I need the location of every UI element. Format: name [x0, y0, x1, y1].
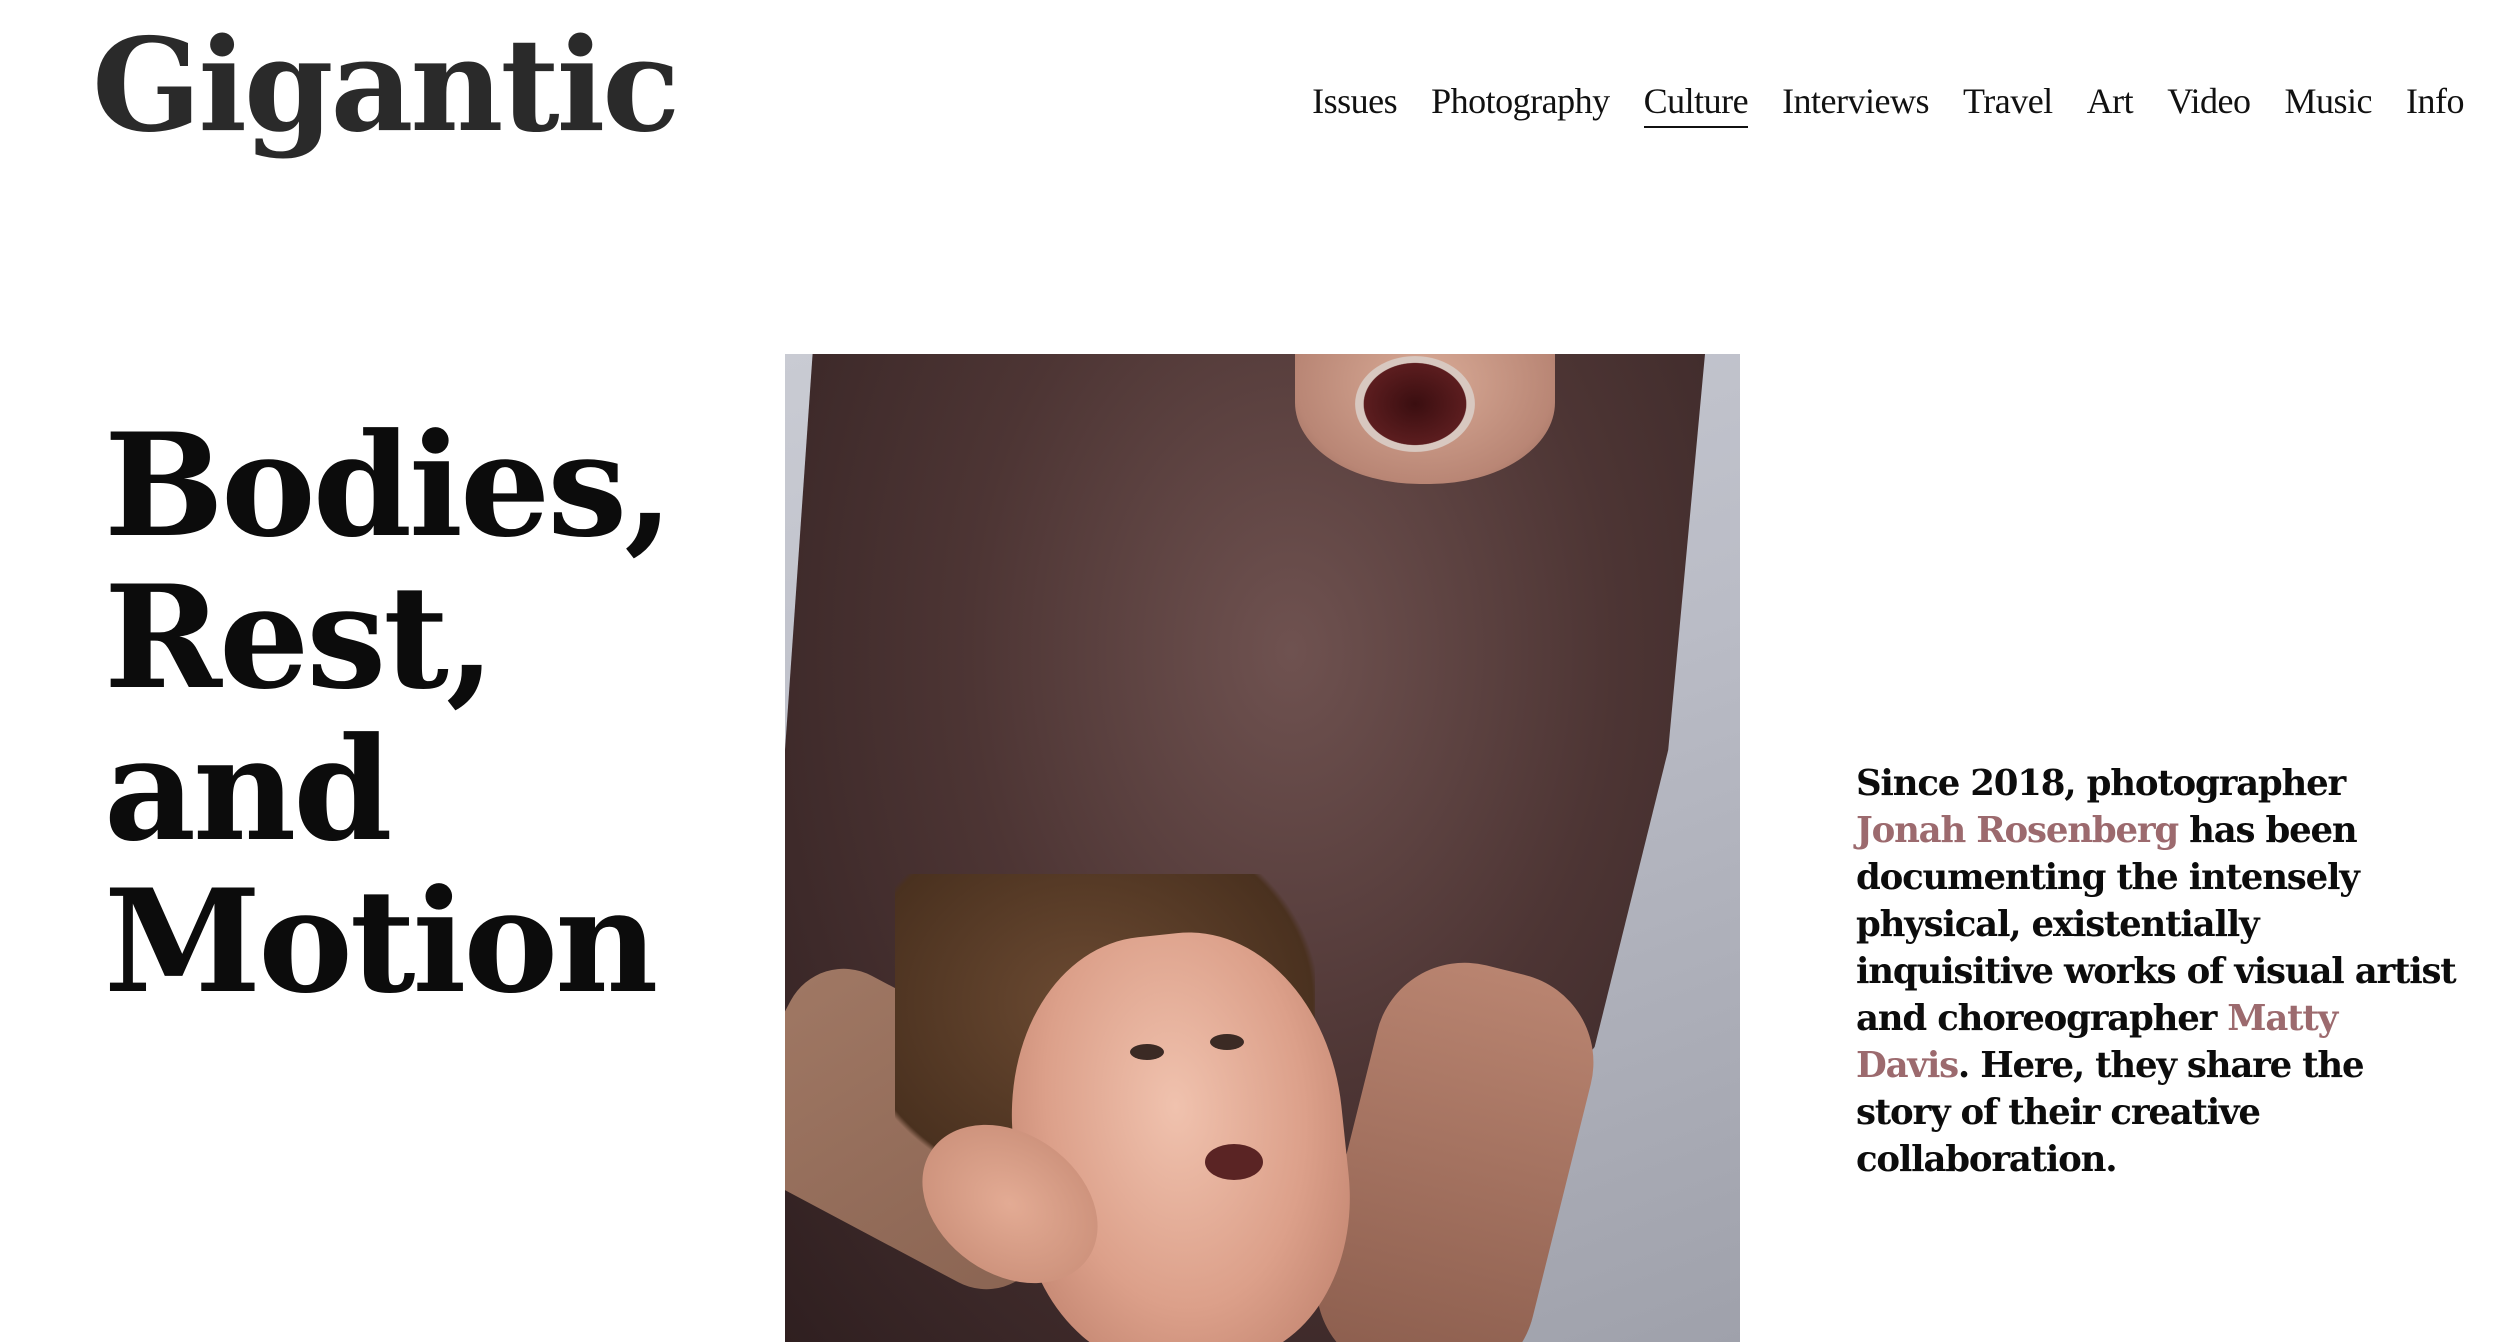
- nav-item-culture[interactable]: Culture: [1643, 80, 1749, 128]
- site-logo[interactable]: Gigantic: [92, 22, 680, 150]
- photo-lower-mouth-shape: [1205, 1144, 1263, 1180]
- photo-left-eye-shape: [1130, 1044, 1164, 1060]
- nav-item-interviews[interactable]: Interviews: [1782, 80, 1929, 126]
- photo-upper-mouth-shape: [1355, 356, 1475, 452]
- headline-line-1: Bodies,: [104, 403, 674, 569]
- headline-line-3: Motion: [104, 859, 658, 1025]
- nav-item-photography[interactable]: Photography: [1431, 80, 1610, 126]
- nav-item-art[interactable]: Art: [2087, 80, 2134, 126]
- nav-item-issues[interactable]: Issues: [1312, 80, 1398, 126]
- headline-line-2: Rest, and: [104, 555, 495, 873]
- photo-right-eye-shape: [1210, 1034, 1244, 1050]
- article-headline: Bodies, Rest, and Motion: [104, 410, 744, 1018]
- photographer-link[interactable]: Jonah Rosenberg: [1856, 810, 2179, 851]
- intro-text-1: Since 2018, photographer: [1856, 763, 2346, 804]
- nav-item-travel[interactable]: Travel: [1963, 80, 2053, 126]
- nav-item-info[interactable]: Info: [2406, 80, 2464, 126]
- nav-item-video[interactable]: Video: [2167, 80, 2251, 126]
- main-navigation: Issues Photography Culture Interviews Tr…: [1312, 80, 2464, 128]
- article-intro: Since 2018, photographer Jonah Rosenberg…: [1856, 760, 2457, 1183]
- hero-photo: [785, 354, 1740, 1342]
- nav-item-music[interactable]: Music: [2285, 80, 2373, 126]
